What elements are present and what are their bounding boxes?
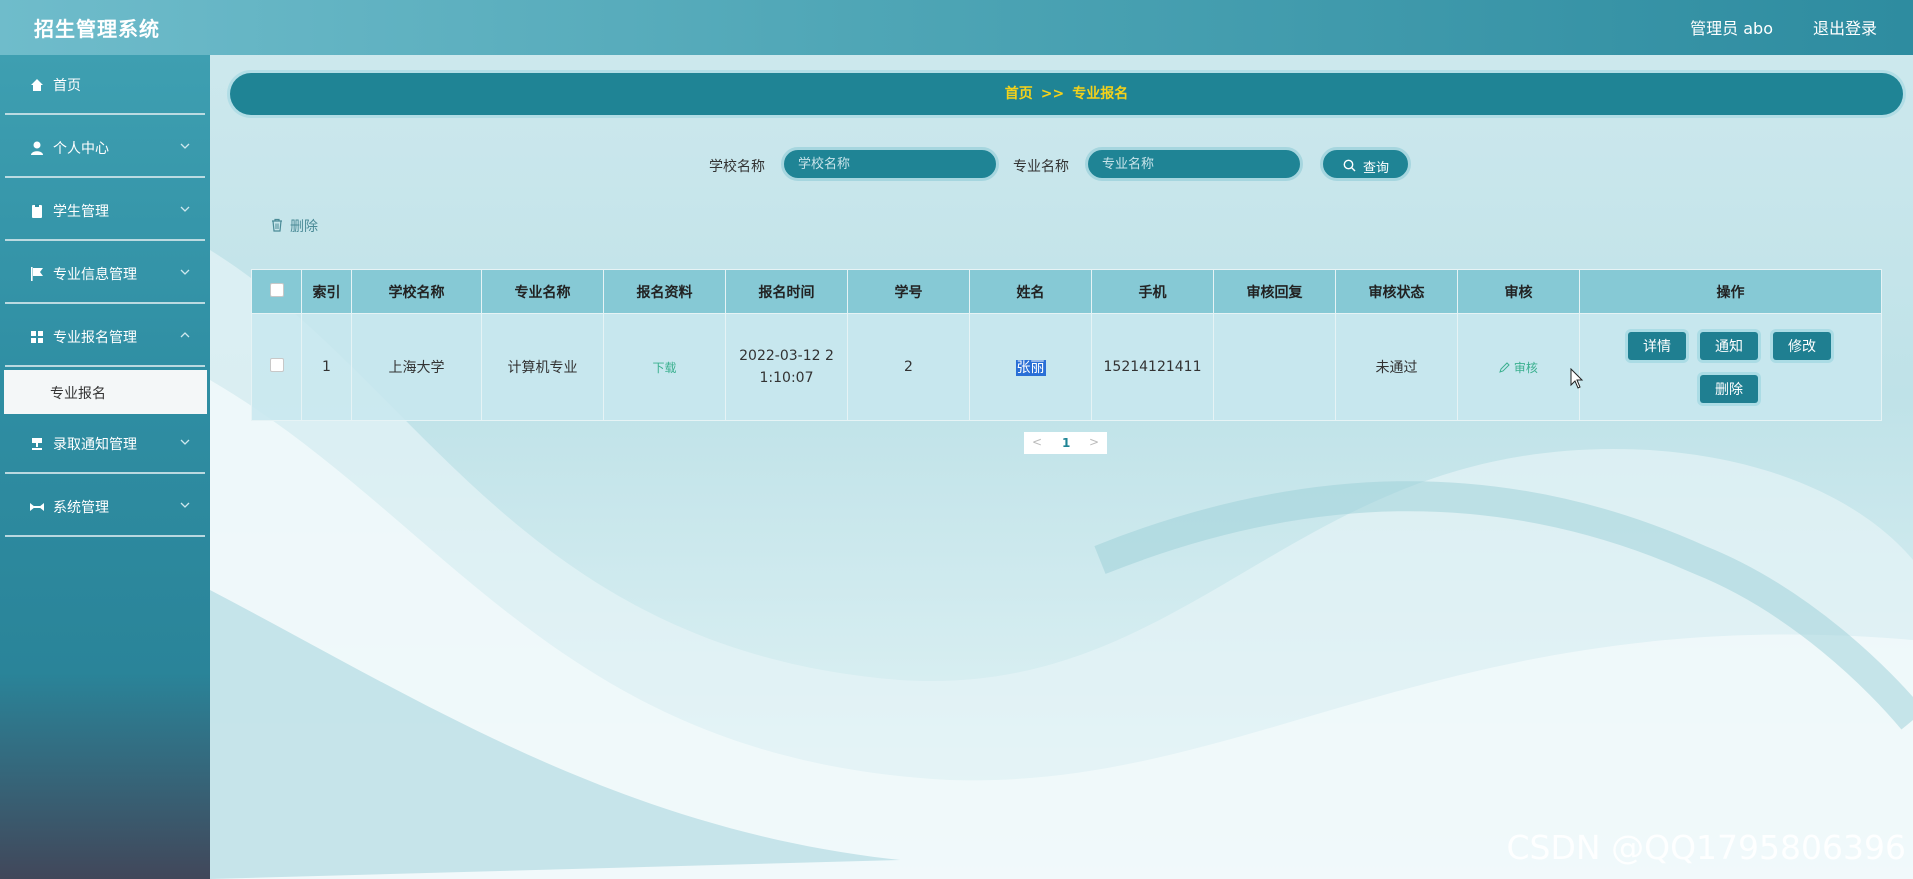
prev-page-button[interactable]: < <box>1032 435 1042 449</box>
sidebar-item-label: 专业信息管理 <box>53 267 137 283</box>
sidebar-item-label: 系统管理 <box>53 500 109 516</box>
breadcrumb-separator: >> <box>1040 86 1065 102</box>
chevron-down-icon <box>180 269 190 275</box>
phone-cell: 15214121411 <box>1091 313 1214 421</box>
sidebar-item-label: 专业报名管理 <box>53 330 137 346</box>
pagination: < 1 > <box>1024 432 1107 454</box>
row-select-cell <box>251 313 302 421</box>
sidebar-subitem-label: 专业报名 <box>50 386 106 402</box>
logout-link[interactable]: 退出登录 <box>1813 15 1877 39</box>
sidebar-item-personal-center[interactable]: 个人中心 <box>5 118 205 178</box>
column-header: 审核状态 <box>1335 269 1458 314</box>
audit-link[interactable]: 审核 <box>1499 361 1538 375</box>
registration-table: 索引 学校名称 专业名称 报名资料 报名时间 学号 姓名 手机 审核回复 审核状… <box>251 269 1882 421</box>
admin-label: 管理员 abo <box>1690 19 1773 38</box>
column-header: 姓名 <box>969 269 1092 314</box>
time-line-1: 2022-03-12 2 <box>739 348 834 364</box>
notify-button[interactable]: 通知 <box>1700 332 1758 360</box>
flag-icon <box>31 267 43 281</box>
column-header: 审核回复 <box>1213 269 1336 314</box>
grid-icon <box>31 331 43 343</box>
watermark: CSDN @QQ1795806396 <box>1506 828 1906 867</box>
sidebar-item-major-info-management[interactable]: 专业信息管理 <box>5 244 205 304</box>
column-header: 索引 <box>301 269 352 314</box>
delete-button[interactable]: 删除 <box>1700 375 1758 403</box>
mouse-cursor-icon <box>1570 368 1584 389</box>
school-name-input[interactable] <box>781 147 999 181</box>
app-title: 招生管理系统 <box>34 17 160 41</box>
column-header: 手机 <box>1091 269 1214 314</box>
clipboard-icon <box>32 204 42 218</box>
status-cell: 未通过 <box>1335 313 1458 421</box>
name-value: 张丽 <box>1015 360 1046 376</box>
operations-group: 详情 通知 修改 删除 <box>1580 314 1881 420</box>
search-icon <box>1343 159 1356 172</box>
user-icon <box>31 141 43 155</box>
column-header: 报名资料 <box>603 269 726 314</box>
chevron-up-icon <box>180 332 190 338</box>
column-header: 操作 <box>1579 269 1882 314</box>
next-page-button[interactable]: > <box>1089 435 1099 449</box>
row-checkbox[interactable] <box>269 358 284 372</box>
index-cell: 1 <box>301 313 352 421</box>
stamp-icon <box>32 438 42 450</box>
sidebar-item-label: 个人中心 <box>53 141 109 157</box>
column-header: 学号 <box>847 269 970 314</box>
sidebar-item-admission-notice-management[interactable]: 录取通知管理 <box>5 414 205 474</box>
column-header: 报名时间 <box>725 269 848 314</box>
chevron-down-icon <box>180 206 190 212</box>
column-header: 审核 <box>1457 269 1580 314</box>
sidebar-item-label: 学生管理 <box>53 204 109 220</box>
sidebar-item-home[interactable]: 首页 <box>5 55 205 115</box>
download-link[interactable]: 下载 <box>652 361 676 375</box>
major-cell: 计算机专业 <box>481 313 604 421</box>
batch-delete-label: 删除 <box>290 219 318 235</box>
edit-button[interactable]: 修改 <box>1773 332 1831 360</box>
major-name-input[interactable] <box>1085 147 1303 181</box>
home-icon <box>31 79 43 91</box>
school-cell: 上海大学 <box>351 313 482 421</box>
breadcrumb-home[interactable]: 首页 <box>1005 86 1033 102</box>
search-button[interactable]: 查询 <box>1320 147 1411 181</box>
edit-icon <box>1499 361 1510 373</box>
sidebar-item-system-management[interactable]: 系统管理 <box>5 477 205 537</box>
breadcrumb: 首页 >> 专业报名 <box>230 73 1903 115</box>
search-button-label: 查询 <box>1363 161 1390 176</box>
trash-icon <box>272 218 282 232</box>
column-header: 学校名称 <box>351 269 482 314</box>
page-background <box>0 0 1913 879</box>
chevron-down-icon <box>180 502 190 508</box>
chevron-down-icon <box>180 439 190 445</box>
student-no-cell: 2 <box>847 313 970 421</box>
material-cell: 下载 <box>603 313 726 421</box>
audit-cell: 审核 <box>1457 313 1580 421</box>
operations-cell: 详情 通知 修改 删除 <box>1579 313 1882 421</box>
audit-label: 审核 <box>1513 360 1538 375</box>
table-header-row: 索引 学校名称 专业名称 报名资料 报名时间 学号 姓名 手机 审核回复 审核状… <box>251 269 1882 314</box>
settings-icon <box>30 503 44 511</box>
detail-button[interactable]: 详情 <box>1628 332 1686 360</box>
table-row: 1 上海大学 计算机专业 下载 2022-03-12 2 1:10:07 2 张丽… <box>251 313 1882 421</box>
time-cell: 2022-03-12 2 1:10:07 <box>725 313 848 421</box>
select-all-cell <box>251 269 302 314</box>
column-header: 专业名称 <box>481 269 604 314</box>
sidebar: 首页 个人中心 学生管理 专业信息管理 专业报名管理 专业报名 录取通知管理 系… <box>0 55 210 879</box>
major-name-label: 专业名称 <box>1013 159 1069 175</box>
school-name-label: 学校名称 <box>709 159 765 175</box>
sidebar-subitem-major-registration[interactable]: 专业报名 <box>4 370 207 414</box>
select-all-checkbox[interactable] <box>269 282 284 297</box>
page-number-button[interactable]: 1 <box>1062 436 1070 450</box>
chevron-down-icon <box>180 143 190 149</box>
sidebar-item-label: 首页 <box>53 78 81 94</box>
time-line-2: 1:10:07 <box>759 370 814 386</box>
name-cell: 张丽 <box>969 313 1092 421</box>
sidebar-item-student-management[interactable]: 学生管理 <box>5 181 205 241</box>
sidebar-item-major-registration-management[interactable]: 专业报名管理 <box>5 307 205 367</box>
sidebar-item-label: 录取通知管理 <box>53 437 137 453</box>
breadcrumb-current: 专业报名 <box>1072 86 1129 102</box>
top-bar: 招生管理系统 管理员 abo 退出登录 <box>0 0 1913 55</box>
reply-cell <box>1213 313 1336 421</box>
